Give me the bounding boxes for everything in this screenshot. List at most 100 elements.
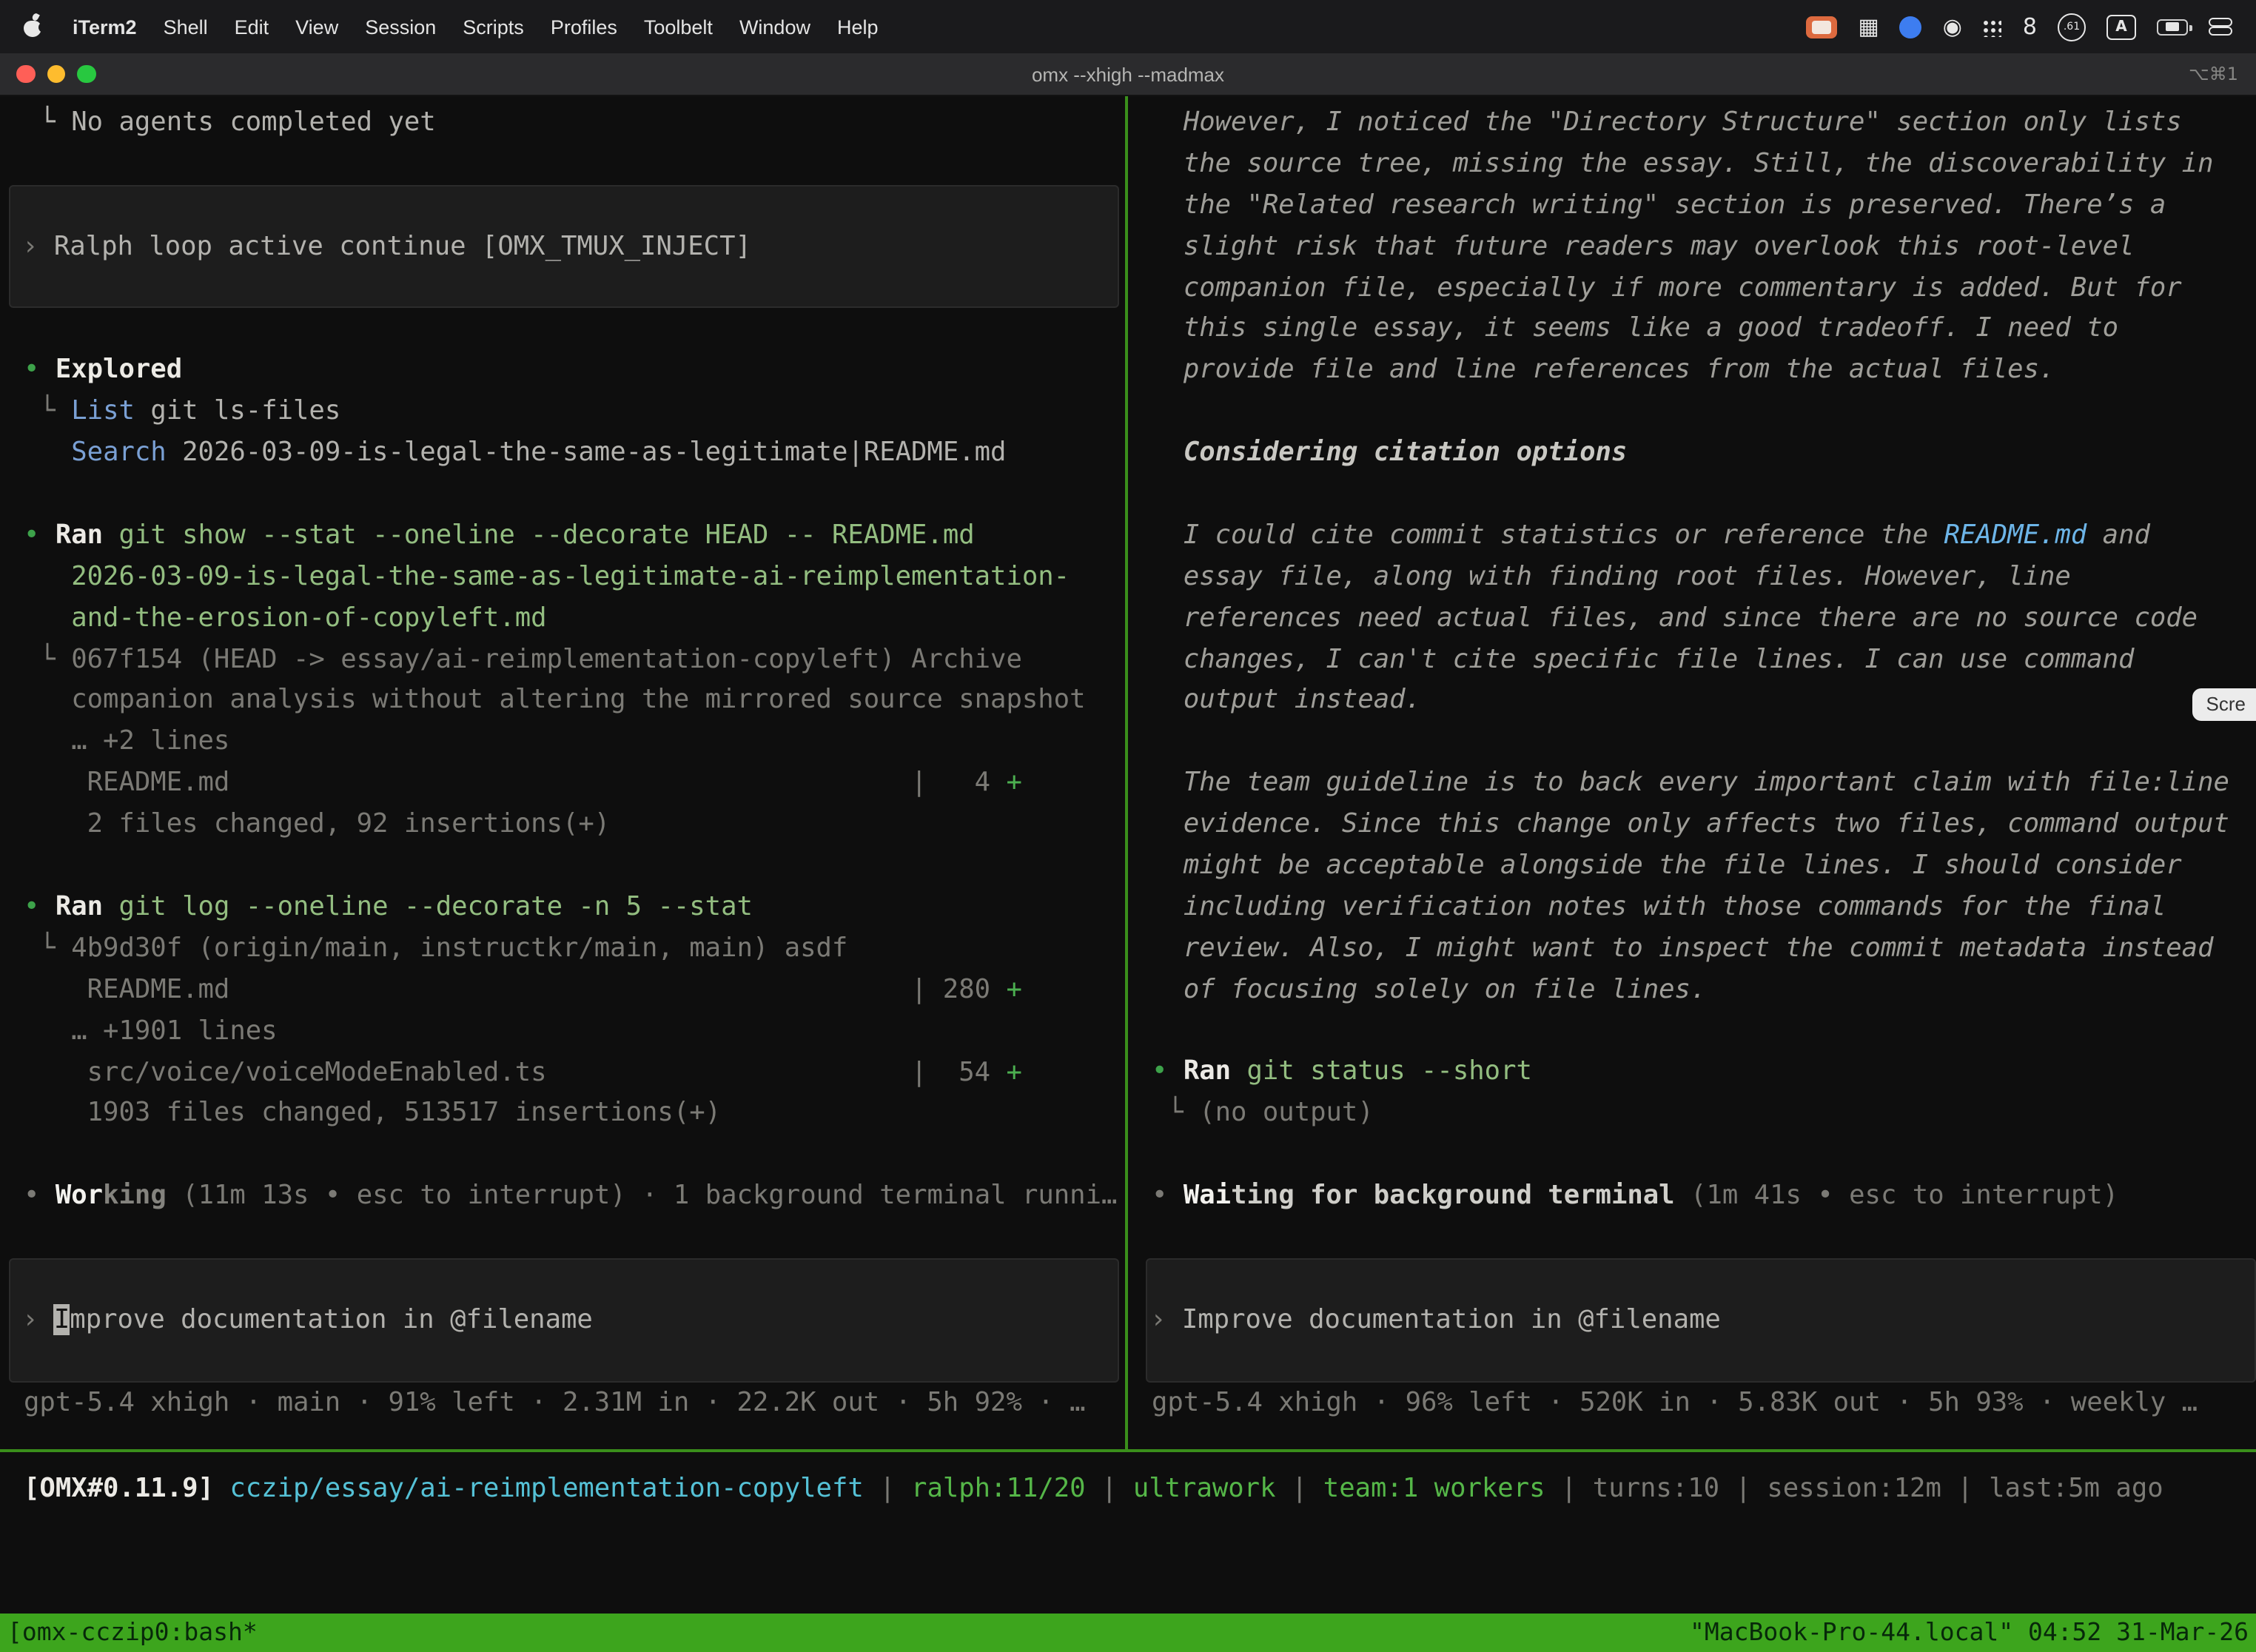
terminal-line: slight risk that future readers may over… [1152,226,2256,267]
screen-share-overlay-button[interactable]: Scre [2193,688,2256,721]
terminal-line: src/voice/voiceModeEnabled.ts | 54 + [24,1052,1125,1093]
menu-profiles[interactable]: Profiles [537,16,631,38]
terminal-line: README.md | 280 + [24,969,1125,1010]
blank-line [24,1217,1125,1258]
terminal-line: changes, I can't cite specific file line… [1152,639,2256,680]
terminal-line: output instead. [1152,680,2256,722]
menu-bar: iTerm2ShellEditViewSessionScriptsProfile… [0,0,2256,53]
screen-recording-indicator[interactable] [1806,16,1837,38]
terminal-line: 2 files changed, 92 insertions(+) [24,804,1125,845]
blue-app-icon[interactable] [1900,16,1922,38]
tmux-status-bar: [omx-cczip0:bash* "MacBook-Pro-44.local"… [0,1614,2256,1652]
menu-window[interactable]: Window [726,16,824,38]
terminal-line: … +1901 lines [24,1010,1125,1052]
terminal-line: • Explored [24,350,1125,392]
terminal-line: of focusing solely on file lines. [1152,969,2256,1010]
tmux-session-label: [omx-cczip0:bash* [7,1614,258,1652]
traffic-lights [0,65,95,84]
thinking-heading: Considering citation options [1152,432,2256,474]
blank-line [1152,722,2256,763]
pane-status-left: gpt-5.4 xhigh · main · 91% left · 2.31M … [24,1382,1125,1423]
pane-status-right: gpt-5.4 xhigh · 96% left · 520K in · 5.8… [1152,1382,2256,1423]
close-button[interactable] [16,65,35,84]
terminal-line: companion analysis without altering the … [24,680,1125,722]
menu-session[interactable]: Session [352,16,449,38]
terminal-line: However, I noticed the "Directory Struct… [1152,102,2256,144]
blank-line [24,474,1125,515]
pane-separator[interactable] [1125,96,1128,1452]
tmux-host-time: "MacBook-Pro-44.local" 04:52 31-Mar-26 [1690,1614,2249,1652]
terminal-line: companion file, especially if more comme… [1152,267,2256,309]
window-title-bar[interactable]: omx --xhigh --madmax ⌥⌘1 [0,53,2256,96]
pane-right[interactable]: However, I noticed the "Directory Struct… [1128,96,2256,1449]
blank-line [24,144,1125,185]
menu-toolbelt[interactable]: Toolbelt [631,16,726,38]
menu-view[interactable]: View [282,16,352,38]
menu-shell[interactable]: Shell [150,16,221,38]
omx-status-line: [OMX#0.11.9] cczip/essay/ai-reimplementa… [0,1468,2256,1510]
terminal-line: review. Also, I might want to inspect th… [1152,928,2256,970]
inject-banner: › Ralph loop active continue [OMX_TMUX_I… [9,185,1119,309]
control-center-icon[interactable] [2209,16,2232,37]
blank-line [1152,1135,2256,1176]
menu-status-icons: ▦ ◉ 8 .61 A [1806,10,2256,43]
terminal-line: references need actual files, and since … [1152,597,2256,639]
target-icon[interactable]: ◉ [1943,10,1962,43]
terminal-line: the "Related research writing" section i… [1152,185,2256,226]
prompt-input-left[interactable]: › Improve documentation in @filename [9,1258,1119,1382]
blank-line [1152,391,2256,432]
battery-icon[interactable] [2157,19,2188,35]
menu-help[interactable]: Help [824,16,892,38]
terminal-line: including verification notes with those … [1152,887,2256,928]
apps-grid-icon[interactable] [1983,17,2002,36]
screen: iTerm2ShellEditViewSessionScriptsProfile… [0,0,2256,1652]
window-shortcut-badge: ⌥⌘1 [2189,64,2238,84]
apple-menu-icon[interactable] [24,15,44,38]
blank-line [24,845,1125,887]
terminal-line: README.md | 4 + [24,763,1125,805]
terminal-line: this single essay, it seems like a good … [1152,309,2256,350]
blank-line [1152,1217,2256,1258]
menu-scripts[interactable]: Scripts [449,16,537,38]
blank-line [1152,1010,2256,1052]
pane-bottom-border [0,1449,2256,1452]
terminal-line: the source tree, missing the essay. Stil… [1152,144,2256,185]
terminal-line: └ 4b9d30f (origin/main, instructkr/main,… [24,928,1125,970]
terminal-line: • Ran git show --stat --oneline --decora… [24,515,1125,557]
terminal-line: might be acceptable alongside the file l… [1152,845,2256,887]
terminal-line: └ List git ls-files [24,392,1125,433]
terminal-line: 1903 files changed, 513517 insertions(+) [24,1093,1125,1135]
terminal-line: • Ran git log --oneline --decorate -n 5 … [24,887,1125,928]
terminal-content[interactable]: └ No agents completed yet › Ralph loop ac… [0,96,2256,1614]
zoom-button[interactable] [77,65,95,84]
terminal-line: └ (no output) [1152,1093,2256,1135]
terminal-line: evidence. Since this change only affects… [1152,804,2256,845]
terminal-line: provide file and line references from th… [1152,350,2256,392]
prompt-input-right[interactable]: › Improve documentation in @filename [1146,1258,2256,1382]
window-grid-icon[interactable]: ▦ [1858,10,1879,43]
keyboard-input-icon[interactable]: A [2106,14,2136,39]
blank-line [24,1135,1125,1176]
terminal-line: essay file, along with finding root file… [1152,557,2256,598]
terminal-line: 2026-03-09-is-legal-the-same-as-legitima… [24,557,1125,598]
menu-bar-left: iTerm2ShellEditViewSessionScriptsProfile… [0,15,892,38]
terminal-line: • Ran git status --short [1152,1052,2256,1093]
terminal-line: The team guideline is to back every impo… [1152,763,2256,805]
window-title: omx --xhigh --madmax [0,63,2256,85]
terminal-line: … +2 lines [24,722,1125,763]
pane-left[interactable]: └ No agents completed yet › Ralph loop ac… [0,96,1125,1449]
terminal-line: Search 2026-03-09-is-legal-the-same-as-l… [24,432,1125,474]
blank-line [24,309,1125,350]
terminal-line: └ No agents completed yet [24,102,1125,144]
menu-items: iTerm2ShellEditViewSessionScriptsProfile… [59,16,892,38]
gauge-icon[interactable]: .61 [2058,13,2086,41]
blank-line [1152,474,2256,515]
figure-eight-icon[interactable]: 8 [2023,10,2037,43]
waiting-spinner-line: • Waiting for background terminal (1m 41… [1152,1175,2256,1217]
menu-edit[interactable]: Edit [221,16,283,38]
working-spinner-line: • Working (11m 13s • esc to interrupt) ·… [24,1175,1125,1217]
menu-iterm2[interactable]: iTerm2 [59,16,150,38]
terminal-line: and-the-erosion-of-copyleft.md [24,597,1125,639]
terminal-line: └ 067f154 (HEAD -> essay/ai-reimplementa… [24,639,1125,680]
minimize-button[interactable] [47,65,65,84]
